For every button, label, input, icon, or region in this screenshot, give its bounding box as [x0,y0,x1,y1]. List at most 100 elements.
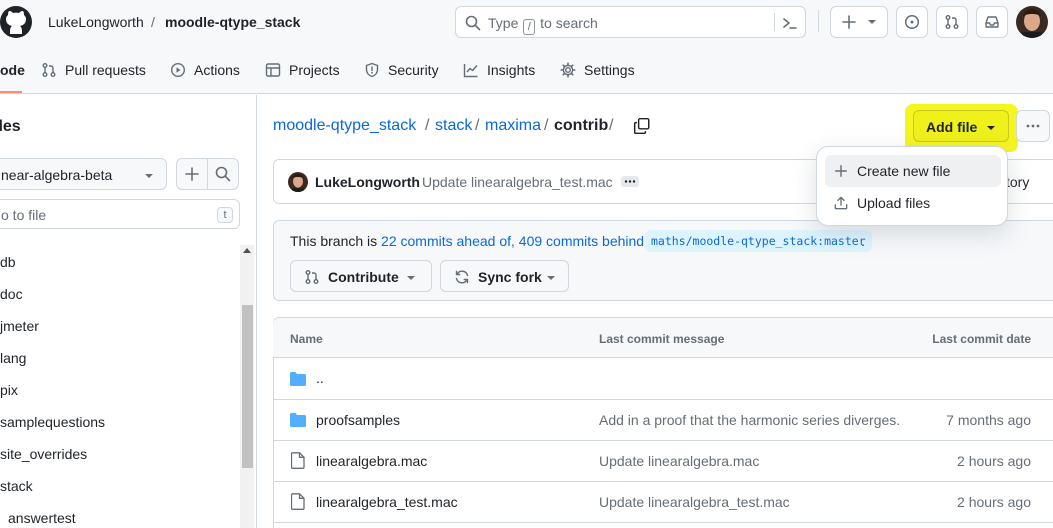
search-placeholder: Type / to search [488,15,598,35]
pull-request-icon [42,63,56,77]
inbox-button[interactable] [976,6,1008,38]
shield-icon [365,62,379,78]
commit-message-link[interactable]: Add in a proof that the harmonic series … [599,412,900,428]
add-file-sidebar-button[interactable] [176,158,208,190]
commit-message-link[interactable]: Update linearalgebra_test.mac [422,174,613,190]
play-icon [170,62,186,78]
pull-request-icon [945,15,959,29]
breadcrumb-separator: / [475,117,480,134]
commits-ahead-link[interactable]: 22 commits ahead of, [381,233,515,249]
menu-item-create-new-file[interactable]: Create new file [825,155,1001,187]
branch-status-text: This branch is 22 commits ahead of, 409 … [290,233,645,249]
column-header-name: Name [290,332,323,346]
add-file-menu: Create new file Upload files [816,146,1008,226]
tab-actions[interactable]: Actions [170,56,240,84]
go-to-file-input[interactable]: o to file t [0,199,240,229]
tree-item-answertest[interactable]: answertest [8,510,76,526]
commit-message-link[interactable]: Update linearalgebra_test.mac [599,494,790,510]
contribute-button[interactable]: Contribute [290,260,432,292]
commit-message-link[interactable]: Update linearalgebra.mac [599,453,759,469]
owner-repo-separator: / [151,14,155,30]
scroll-up-arrow-icon[interactable] [243,248,251,253]
commits-behind-link[interactable]: 409 commits behind [519,233,644,249]
file-name-link[interactable]: proofsamples [316,412,400,428]
header-divider [818,10,819,32]
plus-icon [842,15,856,29]
upload-icon [834,196,848,210]
parent-directory-link[interactable]: .. [316,370,324,386]
file-icon [291,452,305,469]
command-palette-icon[interactable] [782,15,798,31]
inbox-icon [985,16,999,28]
more-options-button[interactable] [1016,110,1050,142]
breadcrumb-current: contrib [554,117,609,134]
kebab-horizontal-icon [1026,124,1040,128]
tab-projects[interactable]: Projects [265,56,340,84]
folder-icon [290,372,306,386]
graph-icon [463,64,478,78]
sidebar-scroll-thumb[interactable] [242,305,253,468]
column-header-message: Last commit message [599,332,725,346]
tree-item-lang[interactable]: lang [0,350,26,366]
plus-icon [185,167,199,181]
tree-item-db[interactable]: db [0,254,16,270]
table-icon [265,63,281,77]
file-name-link[interactable]: linearalgebra.mac [316,453,427,469]
tab-code[interactable]: ode [0,56,25,84]
branch-selector[interactable]: near-algebra-beta [0,158,167,190]
copy-icon[interactable] [633,117,651,135]
menu-item-upload-files[interactable]: Upload files [825,187,1001,219]
breadcrumb-stack[interactable]: stack [435,117,472,135]
search-files-button[interactable] [207,158,239,190]
add-file-button[interactable]: Add file [913,110,1009,142]
active-tab-underline [0,91,22,93]
tree-item-pix[interactable]: pix [0,382,18,398]
chevron-down-icon [868,20,876,24]
plus-icon [835,165,847,177]
branch-name: near-algebra-beta [1,167,113,183]
breadcrumb-separator: / [425,117,430,134]
search-input[interactable]: Type / to search [455,6,806,38]
breadcrumb-separator: / [544,117,549,134]
github-logo-icon[interactable] [0,6,32,38]
column-header-date: Last commit date [932,332,1031,346]
shortcut-key: t [217,207,233,223]
folder-icon [290,413,306,427]
chevron-down-icon [547,276,555,280]
period: . [861,233,865,249]
top-header: LukeLongworth / moodle-qtype_stack Type … [0,0,1053,94]
tree-item-stack[interactable]: stack [0,478,33,494]
tab-pull-requests[interactable]: Pull requests [41,56,146,84]
issues-button[interactable] [896,6,928,38]
commit-author-link[interactable]: LukeLongworth [315,174,420,190]
row-divider [274,440,1053,441]
issue-icon [904,14,920,30]
history-link[interactable]: tory [1006,174,1029,190]
sync-fork-button[interactable]: Sync fork [440,260,569,292]
row-divider [274,522,1053,523]
create-new-button[interactable] [830,6,888,38]
pull-requests-header-button[interactable] [936,6,968,38]
tree-item-samplequestions[interactable]: samplequestions [0,414,105,430]
commit-author-avatar[interactable] [288,172,308,192]
tree-item-doc[interactable]: doc [0,286,23,302]
search-icon [215,166,231,182]
breadcrumb-separator: / [609,117,614,134]
tab-security[interactable]: Security [364,56,439,84]
tab-insights[interactable]: Insights [463,56,535,84]
gear-icon [560,62,576,78]
breadcrumb-maxima[interactable]: maxima [485,117,541,135]
tab-settings[interactable]: Settings [560,56,635,84]
tree-item-site-overrides[interactable]: site_overrides [0,446,87,462]
repo-name-link[interactable]: moodle-qtype_stack [165,14,300,30]
repo-owner-link[interactable]: LukeLongworth [48,14,144,30]
upstream-branch-link[interactable]: maths/moodle-qtype_stack:master [645,230,872,252]
search-icon [465,15,481,31]
expand-commit-icon[interactable] [621,176,639,187]
user-avatar[interactable] [1016,6,1048,38]
file-name-link[interactable]: linearalgebra_test.mac [316,494,458,510]
files-heading: iles [0,118,21,135]
tree-item-jmeter[interactable]: jmeter [0,318,39,334]
breadcrumb-repo[interactable]: moodle-qtype_stack [273,117,416,135]
search-divider [774,13,775,31]
